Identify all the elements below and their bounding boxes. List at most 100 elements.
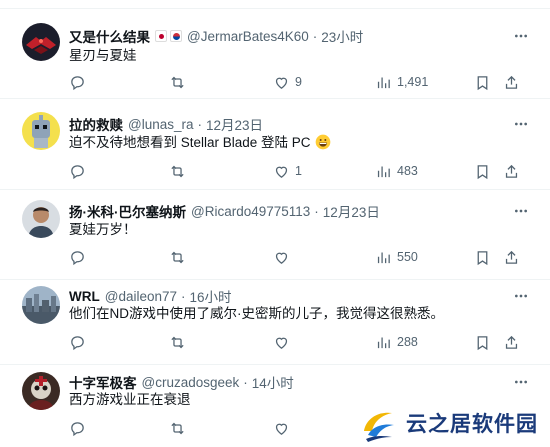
- reply-icon: [71, 75, 84, 90]
- timestamp[interactable]: 14小时: [252, 372, 294, 392]
- views-button[interactable]: 1,491: [375, 72, 428, 92]
- tweet-text-content: 迫不及待地想看到 Stellar Blade 登陆 PC: [69, 135, 311, 150]
- bookmark-button[interactable]: [474, 247, 491, 267]
- tweet-actions: 9 1,491: [69, 72, 527, 92]
- more-horizontal-icon: [515, 209, 527, 213]
- display-name[interactable]: 又是什么结果: [69, 26, 150, 46]
- more-options-button[interactable]: [510, 114, 532, 134]
- more-options-button[interactable]: [510, 286, 532, 306]
- handle[interactable]: @lunas_ra: [128, 117, 194, 132]
- reply-button[interactable]: [69, 72, 86, 92]
- reply-button[interactable]: [69, 332, 86, 352]
- retweet-icon: [171, 76, 184, 88]
- heart-icon: [275, 77, 288, 89]
- reply-button[interactable]: [69, 247, 86, 267]
- more-options-button[interactable]: [510, 26, 532, 46]
- heart-icon: [275, 252, 288, 264]
- tweet-header: 扬·米科·巴尔塞纳斯 @Ricardo49775113 · 12月23日: [69, 201, 380, 221]
- more-options-button[interactable]: [510, 372, 532, 392]
- avatar[interactable]: [22, 372, 60, 410]
- timestamp[interactable]: 12月23日: [206, 114, 263, 134]
- retweet-button[interactable]: [169, 332, 186, 352]
- views-button[interactable]: 483: [375, 161, 418, 181]
- more-horizontal-icon: [515, 34, 527, 38]
- avatar[interactable]: [22, 286, 60, 324]
- share-button[interactable]: [503, 161, 520, 181]
- separator: ·: [181, 288, 186, 304]
- share-button[interactable]: [503, 247, 520, 267]
- views-button[interactable]: 288: [375, 332, 418, 352]
- reply-icon: [71, 164, 84, 179]
- share-button[interactable]: [503, 332, 520, 352]
- share-icon: [505, 75, 518, 89]
- dark-red-mech-avatar-icon: [22, 23, 60, 61]
- display-name[interactable]: 扬·米科·巴尔塞纳斯: [69, 201, 186, 221]
- more-horizontal-icon: [515, 294, 527, 298]
- handle[interactable]: @JermarBates4K60: [187, 29, 309, 44]
- share-icon: [505, 335, 518, 349]
- retweet-button[interactable]: [169, 247, 186, 267]
- tweet-actions: 550: [69, 247, 527, 267]
- share-button[interactable]: [503, 72, 520, 92]
- tweet-item[interactable]: 又是什么结果 @JermarBates4K60 · 23小时 星刃与夏娃 9 1…: [0, 10, 550, 99]
- views-bar-chart-icon: [377, 337, 390, 348]
- avatar[interactable]: [22, 112, 60, 150]
- display-name[interactable]: 拉的救赎: [69, 114, 123, 134]
- timestamp[interactable]: 12月23日: [323, 201, 380, 221]
- views-button[interactable]: 550: [375, 247, 418, 267]
- tweet-header: WRL @daileon77 · 16小时: [69, 286, 232, 306]
- bookmark-icon: [477, 250, 488, 265]
- bookmark-icon: [477, 335, 488, 350]
- tweet-item[interactable]: WRL @daileon77 · 16小时 他们在ND游戏中使用了威尔·史密斯的…: [0, 281, 550, 365]
- previous-tweet-edge: [0, 0, 550, 9]
- avatar[interactable]: [22, 23, 60, 61]
- like-button[interactable]: [273, 418, 290, 438]
- view-count: 1,491: [397, 75, 429, 89]
- reply-icon: [71, 250, 84, 265]
- views-bar-chart-icon: [377, 166, 390, 177]
- reply-button[interactable]: [69, 161, 86, 181]
- handle[interactable]: @cruzadosgeek: [142, 375, 240, 390]
- tweet-item[interactable]: 拉的救赎 @lunas_ra · 12月23日 迫不及待地想看到 Stellar…: [0, 100, 550, 190]
- retweet-button[interactable]: [169, 161, 186, 181]
- tweet-item[interactable]: 扬·米科·巴尔塞纳斯 @Ricardo49775113 · 12月23日 夏娃万…: [0, 191, 550, 280]
- tweet-header: 又是什么结果 @JermarBates4K60 · 23小时: [69, 26, 363, 46]
- reply-button[interactable]: [69, 418, 86, 438]
- tweet-text: 星刃与夏娃: [69, 48, 137, 63]
- separator: ·: [243, 374, 248, 390]
- timestamp[interactable]: 23小时: [321, 26, 363, 46]
- heart-icon: [275, 337, 288, 349]
- reply-icon: [71, 335, 84, 350]
- jp-flag-icon: [155, 30, 167, 42]
- kr-flag-icon: [170, 30, 182, 42]
- view-count: 288: [397, 335, 418, 349]
- avatar[interactable]: [22, 200, 60, 238]
- retweet-button[interactable]: [169, 418, 186, 438]
- like-button[interactable]: [273, 332, 290, 352]
- display-name[interactable]: WRL: [69, 289, 100, 304]
- more-options-button[interactable]: [510, 201, 532, 221]
- handle[interactable]: @Ricardo49775113: [191, 204, 310, 219]
- views-bar-chart-icon: [377, 77, 390, 88]
- like-button[interactable]: 9: [273, 72, 302, 92]
- bookmark-button[interactable]: [474, 332, 491, 352]
- yellow-robot-avatar-icon: [22, 112, 60, 150]
- display-name[interactable]: 十字军极客: [69, 372, 137, 392]
- bookmark-button[interactable]: [474, 72, 491, 92]
- person-photo-avatar-icon: [22, 200, 60, 238]
- tweet-text: 迫不及待地想看到 Stellar Blade 登陆 PC: [69, 133, 331, 153]
- separator: ·: [197, 116, 203, 132]
- bookmark-button[interactable]: [474, 161, 491, 181]
- like-button[interactable]: 1: [273, 161, 302, 181]
- retweet-button[interactable]: [169, 72, 186, 92]
- retweet-icon: [171, 422, 184, 434]
- watermark: 云之居软件园: [358, 398, 550, 447]
- like-button[interactable]: [273, 247, 290, 267]
- retweet-icon: [171, 165, 184, 177]
- handle[interactable]: @daileon77: [105, 289, 177, 304]
- timestamp[interactable]: 16小时: [190, 286, 232, 306]
- heart-icon: [275, 423, 288, 435]
- reply-icon: [71, 421, 84, 436]
- separator: ·: [312, 28, 318, 44]
- share-icon: [505, 164, 518, 178]
